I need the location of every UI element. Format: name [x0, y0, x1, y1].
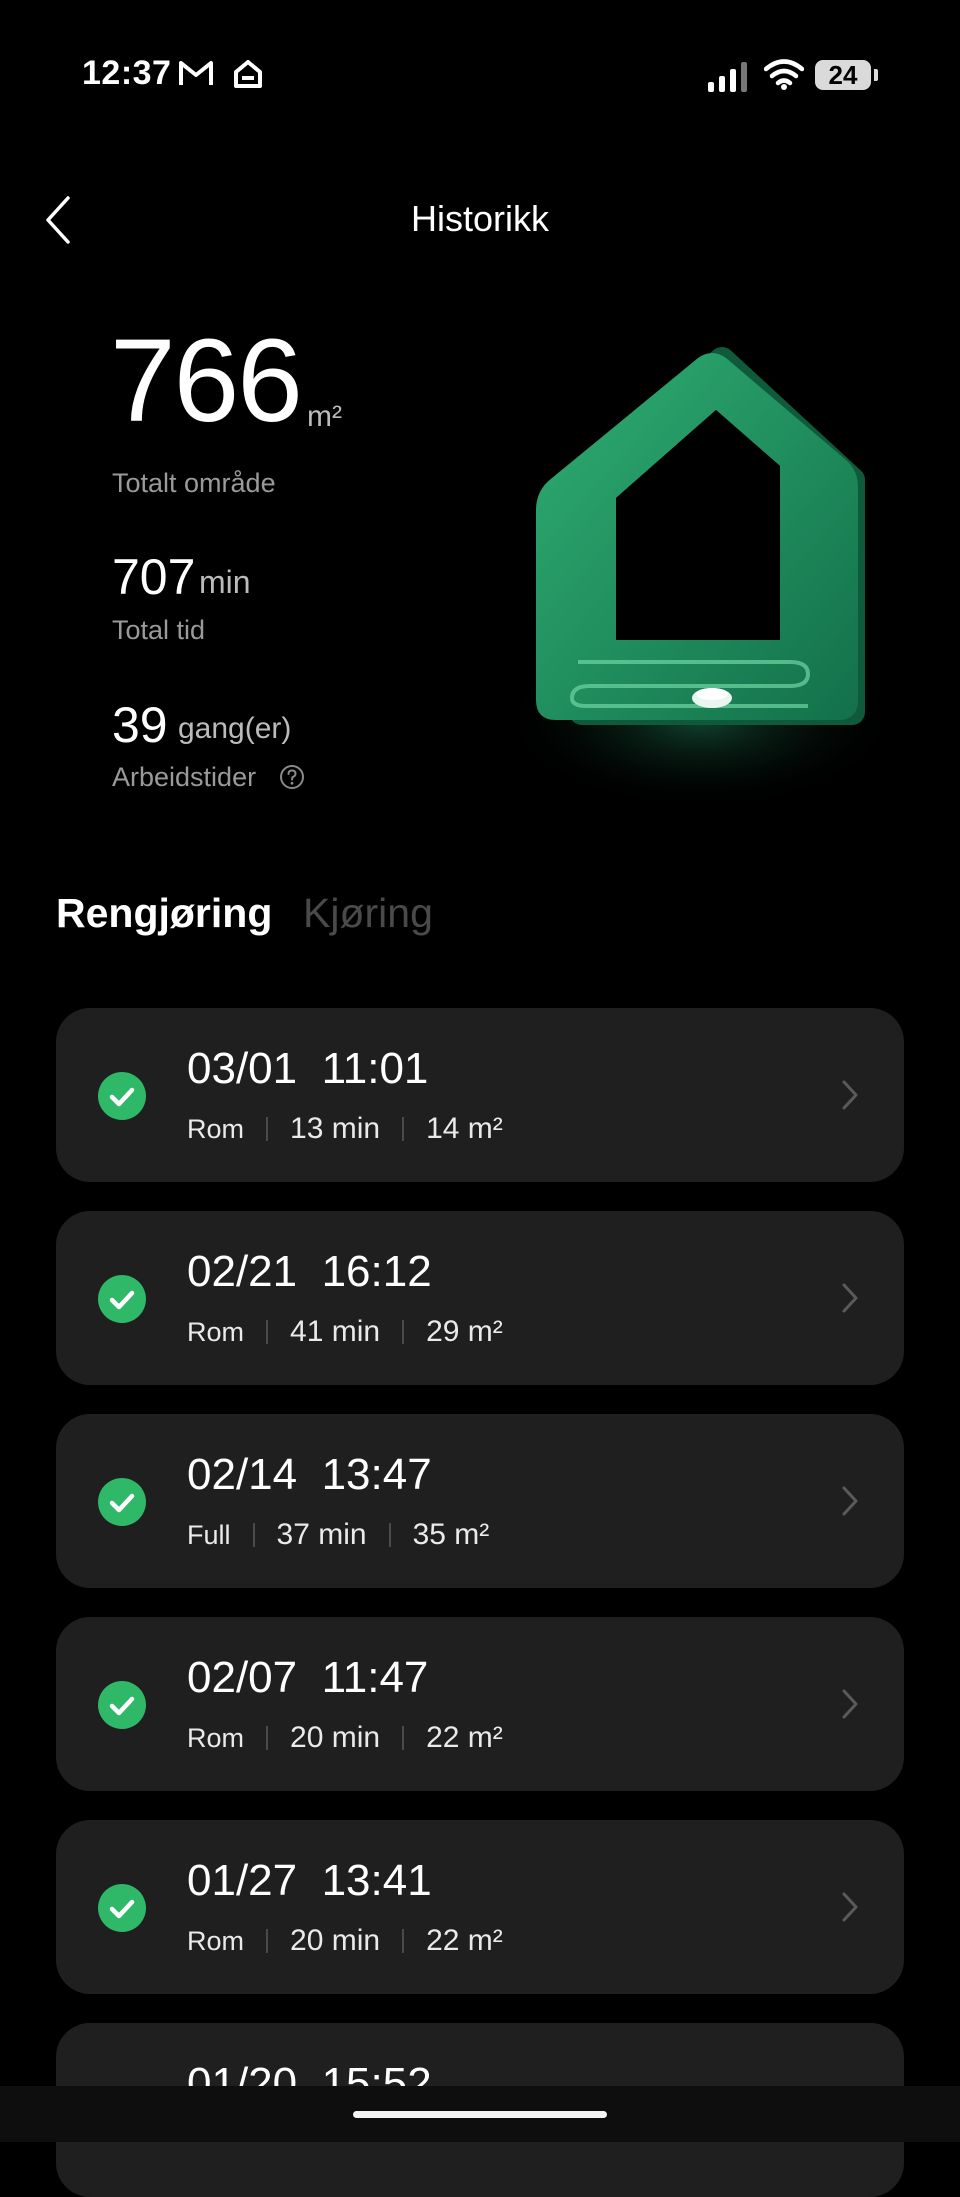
- card-time: 11:01: [321, 1044, 429, 1093]
- card-meta: Full 37 min 35 m²: [187, 1518, 489, 1552]
- stat-count-label: Arbeidstider: [112, 762, 257, 792]
- gmail-icon: [179, 61, 213, 85]
- card-date: 01/27: [187, 1856, 298, 1905]
- card-mode: Rom: [187, 1925, 245, 1956]
- divider: [266, 1929, 269, 1953]
- card-datetime: 02/14 13:47: [187, 1450, 432, 1500]
- divider: [402, 1726, 405, 1750]
- help-icon[interactable]: [279, 764, 305, 790]
- divider: [266, 1320, 269, 1344]
- stat-time-value: 707: [112, 549, 196, 605]
- stat-area-unit: m²: [307, 400, 342, 433]
- page-title: Historikk: [410, 198, 549, 239]
- divider: [266, 1117, 269, 1141]
- check-circle-icon: [98, 1072, 146, 1120]
- wifi-icon: [764, 59, 804, 90]
- check-circle-icon: [98, 1884, 146, 1932]
- history-card[interactable]: 03/01 11:01 Rom 13 min 14 m²: [56, 1008, 904, 1182]
- card-mode: Rom: [187, 1113, 245, 1144]
- card-datetime: 02/07 11:47: [187, 1653, 428, 1703]
- card-time: 13:41: [321, 1856, 432, 1905]
- divider: [388, 1523, 391, 1547]
- status-bar: 12:37 24: [0, 0, 960, 150]
- stat-time-label: Total tid: [112, 615, 206, 645]
- battery-tip: [874, 69, 878, 81]
- chevron-right-icon: [842, 1080, 858, 1110]
- card-mode: Full: [187, 1519, 231, 1550]
- card-area: 14 m²: [426, 1112, 503, 1145]
- card-mode: Rom: [187, 1722, 245, 1753]
- house-robot-illustration: [500, 347, 900, 810]
- card-meta: Rom 20 min 22 m²: [187, 1924, 503, 1958]
- card-date: 02/14: [187, 1450, 298, 1499]
- card-area: 35 m²: [412, 1518, 490, 1551]
- card-area: 22 m²: [426, 1721, 503, 1754]
- card-datetime: 02/21 16:12: [187, 1247, 432, 1297]
- chevron-right-icon: [842, 1689, 858, 1719]
- card-time: 11:47: [321, 1653, 429, 1702]
- divider: [252, 1523, 255, 1547]
- card-duration: 20 min: [290, 1721, 381, 1754]
- card-area: 22 m²: [426, 1924, 503, 1957]
- stat-time-unit: min: [199, 564, 251, 600]
- card-meta: Rom 20 min 22 m²: [187, 1721, 503, 1755]
- stat-area-value: 766: [110, 315, 303, 447]
- signal-icon: [708, 62, 747, 92]
- card-datetime: 03/01 11:01: [187, 1044, 428, 1094]
- card-duration: 37 min: [276, 1518, 367, 1551]
- divider: [402, 1117, 405, 1141]
- divider: [402, 1320, 405, 1344]
- history-card[interactable]: 01/27 13:41 Rom 20 min 22 m²: [56, 1820, 904, 1994]
- card-time: 16:12: [321, 1247, 432, 1296]
- stat-count-value: 39: [112, 697, 168, 753]
- check-circle-icon: [98, 1681, 146, 1729]
- card-meta: Rom 41 min 29 m²: [187, 1315, 503, 1349]
- card-duration: 13 min: [290, 1112, 381, 1145]
- divider: [402, 1929, 405, 1953]
- check-circle-icon: [98, 1275, 146, 1323]
- chevron-right-icon: [842, 1283, 858, 1313]
- stat-area-label: Totalt område: [112, 468, 276, 498]
- divider: [266, 1726, 269, 1750]
- stat-count-unit: gang(er): [178, 712, 292, 745]
- card-date: 02/07: [187, 1653, 298, 1702]
- status-time: 12:37: [82, 54, 172, 92]
- card-mode: Rom: [187, 1316, 245, 1347]
- check-circle-icon: [98, 1478, 146, 1526]
- tab-rengjoring[interactable]: Rengjøring: [56, 890, 272, 937]
- card-date: 03/01: [187, 1044, 298, 1093]
- tab-kjoring[interactable]: Kjøring: [303, 890, 433, 937]
- battery-icon: 24: [815, 60, 871, 90]
- home-indicator[interactable]: [353, 2111, 607, 2118]
- card-datetime: 01/27 13:41: [187, 1856, 432, 1906]
- card-duration: 41 min: [290, 1315, 381, 1348]
- battery-level: 24: [828, 60, 858, 90]
- chevron-right-icon: [842, 1486, 858, 1516]
- card-date: 02/21: [187, 1247, 298, 1296]
- history-card[interactable]: 02/21 16:12 Rom 41 min 29 m²: [56, 1211, 904, 1385]
- card-area: 29 m²: [426, 1315, 503, 1348]
- card-time: 13:47: [321, 1450, 432, 1499]
- history-card[interactable]: 02/14 13:47 Full 37 min 35 m²: [56, 1414, 904, 1588]
- card-duration: 20 min: [290, 1924, 381, 1957]
- chevron-right-icon: [842, 1892, 858, 1922]
- history-card[interactable]: 02/07 11:47 Rom 20 min 22 m²: [56, 1617, 904, 1791]
- home-status-icon: [234, 60, 262, 88]
- card-meta: Rom 13 min 14 m²: [187, 1112, 503, 1146]
